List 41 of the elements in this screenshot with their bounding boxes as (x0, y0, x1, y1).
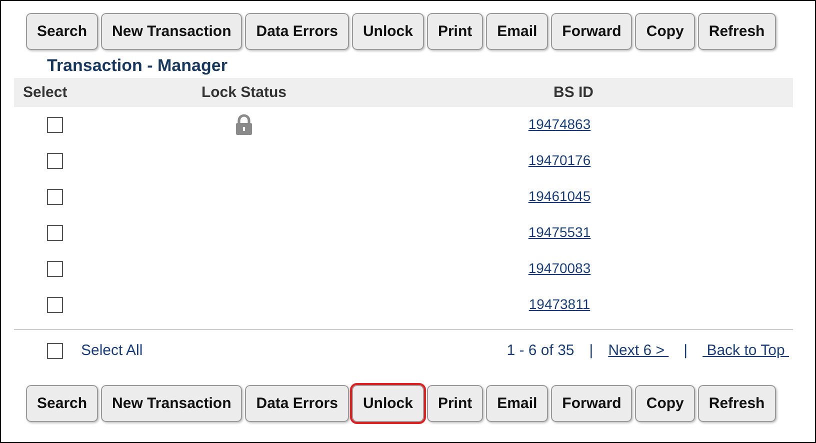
select-all-checkbox[interactable] (47, 342, 63, 358)
column-header: BS ID (552, 84, 594, 101)
separator: | (684, 342, 688, 359)
toolbar-button[interactable]: Unlock (352, 385, 424, 422)
toolbar-button[interactable]: Data Errors (245, 13, 349, 50)
toolbar-button[interactable]: Print (426, 385, 484, 422)
checkbox[interactable] (47, 188, 63, 205)
separator: | (589, 342, 594, 359)
bs-id-link[interactable]: 19470083 (528, 260, 591, 276)
back-to-top-link[interactable]: Back to Top (702, 342, 789, 359)
checkbox[interactable] (47, 116, 63, 133)
toolbar-button[interactable]: Email (486, 385, 548, 422)
column-header: Lock Status (200, 84, 288, 101)
next-page-link[interactable]: Next 6 > (608, 342, 669, 359)
toolbar-button[interactable]: Refresh (698, 385, 776, 422)
page-range: 1 - 6 of 35 (506, 342, 574, 359)
checkbox[interactable] (47, 224, 63, 241)
toolbar-button[interactable]: New Transaction (101, 385, 242, 422)
toolbar-button[interactable]: New Transaction (101, 13, 242, 50)
toolbar-button[interactable]: Refresh (698, 13, 776, 50)
bs-id-link[interactable]: 19475531 (528, 224, 591, 240)
toolbar-button[interactable]: Unlock (352, 13, 424, 50)
bs-id-link[interactable]: 19473811 (528, 296, 590, 312)
page-title: Transaction - Manager (47, 56, 228, 76)
toolbar-button[interactable]: Copy (635, 13, 695, 50)
toolbar-button[interactable]: Search (26, 13, 98, 50)
column-header: Select (22, 84, 68, 101)
select-all-label[interactable]: Select All (81, 342, 143, 359)
toolbar-button[interactable]: Email (486, 13, 548, 50)
bs-id-link[interactable]: 19470176 (528, 152, 591, 168)
toolbar-button[interactable]: Forward (551, 13, 632, 50)
toolbar-button[interactable]: Copy (635, 385, 695, 422)
bs-id-link[interactable]: 19461045 (528, 188, 591, 204)
toolbar-button[interactable]: Forward (551, 385, 632, 422)
checkbox[interactable] (47, 296, 63, 313)
checkbox[interactable] (47, 152, 63, 169)
checkbox[interactable] (47, 260, 63, 277)
toolbar-button[interactable]: Print (426, 13, 484, 50)
toolbar-button[interactable]: Search (26, 385, 98, 422)
toolbar-button[interactable]: Data Errors (245, 385, 349, 422)
bs-id-link[interactable]: 19474863 (528, 116, 591, 132)
